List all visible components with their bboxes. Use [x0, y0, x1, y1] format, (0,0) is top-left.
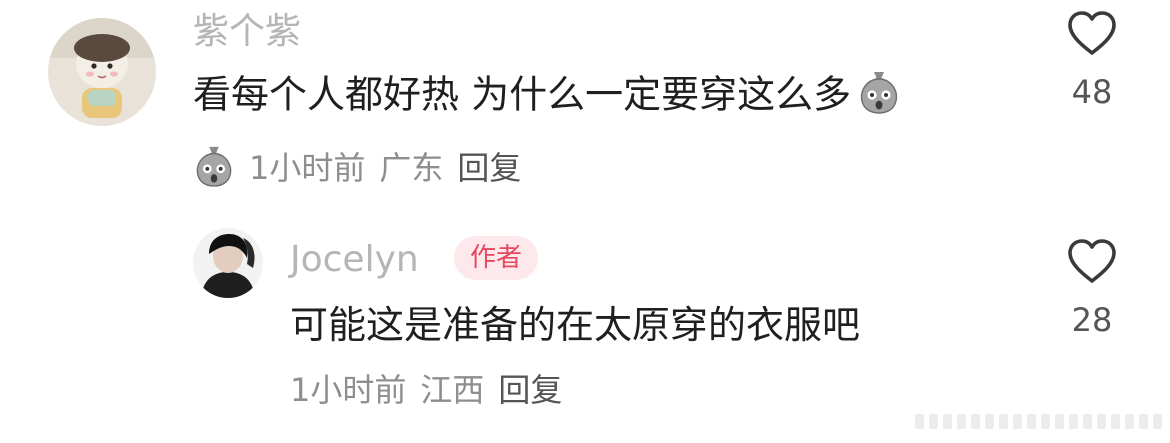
comment-meta: 1小时前 广东 回复 — [193, 143, 521, 192]
watermark — [915, 414, 1162, 429]
comment-location: 广东 — [379, 148, 444, 187]
heart-outline-icon — [1052, 238, 1132, 284]
reply-text: 可能这是准备的在太原穿的衣服吧 — [290, 303, 861, 347]
reply-button[interactable]: 回复 — [457, 152, 521, 184]
reply-button[interactable]: 回复 — [498, 374, 562, 406]
like-button[interactable]: 28 — [1052, 238, 1132, 336]
like-count: 28 — [1071, 301, 1113, 339]
reply-username[interactable]: Jocelyn — [290, 242, 419, 278]
comment-username[interactable]: 紫个紫 — [193, 14, 301, 50]
reply-location: 江西 — [420, 371, 485, 409]
avatar[interactable] — [48, 18, 156, 126]
like-count: 48 — [1071, 73, 1113, 111]
heart-outline-icon — [1052, 10, 1132, 56]
sack-face-emoji-icon — [857, 68, 901, 120]
author-badge: 作者 — [454, 236, 539, 280]
comment-text-body: 看每个人都好热 为什么一定要穿这么多 — [193, 72, 852, 117]
comment-time: 1小时前 — [249, 148, 366, 187]
reply-meta: 1小时前 江西 回复 — [290, 374, 562, 406]
like-button[interactable]: 48 — [1052, 10, 1132, 108]
sack-face-emoji-icon — [193, 143, 235, 192]
comment-text: 看每个人都好热 为什么一定要穿这么多 — [193, 72, 901, 120]
avatar[interactable] — [193, 228, 263, 298]
reply-time: 1小时前 — [290, 371, 407, 409]
